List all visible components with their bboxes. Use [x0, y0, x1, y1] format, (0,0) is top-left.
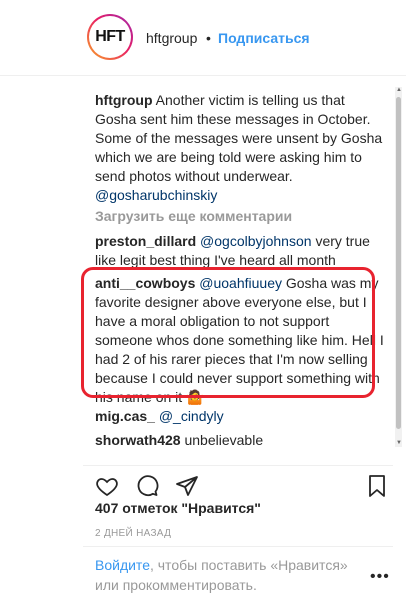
comment-icon[interactable] — [135, 474, 159, 498]
load-more-comments-button[interactable]: Загрузить еще комментарии — [95, 207, 292, 226]
header-username[interactable]: hftgroup — [146, 30, 197, 46]
heart-icon[interactable] — [95, 474, 119, 498]
scrollbar-thumb[interactable] — [396, 97, 401, 429]
comment-username[interactable]: shorwath428 — [95, 432, 181, 448]
comment-item: preston_dillard @ogcolbyjohnson very tru… — [95, 232, 387, 270]
login-prompt: Войдите, чтобы поставить «Нравится» или … — [95, 555, 365, 595]
login-link[interactable]: Войдите — [95, 557, 150, 573]
caption-mention[interactable]: @gosharubchinskiy — [95, 187, 217, 203]
caption: hftgroup Another victim is telling us th… — [95, 91, 387, 205]
share-icon[interactable] — [175, 474, 199, 498]
comment-item: shorwath428 unbelievable — [95, 431, 263, 450]
avatar-inner: HFT — [89, 16, 131, 58]
comment-mention[interactable]: @_cindyly — [159, 408, 224, 424]
highlight-annotation — [81, 267, 375, 398]
scroll-down-arrow-icon[interactable]: ▼ — [396, 440, 402, 446]
caption-username[interactable]: hftgroup — [95, 92, 153, 108]
action-bar — [83, 465, 393, 497]
post-header: HFT hftgroup • Подписаться — [0, 0, 406, 76]
comment-mention[interactable]: @ogcolbyjohnson — [200, 233, 312, 249]
comment-username[interactable]: preston_dillard — [95, 233, 196, 249]
header-separator: • — [206, 30, 211, 46]
avatar[interactable]: HFT — [87, 14, 133, 60]
comment-username[interactable]: mig.cas_ — [95, 408, 155, 424]
avatar-logo-text: HFT — [95, 28, 125, 45]
footer-divider — [83, 546, 393, 547]
post-date: 2 ДНЕЙ НАЗАД — [95, 528, 172, 539]
likes-count[interactable]: 407 отметок "Нравится" — [95, 500, 261, 516]
comment-text: unbelievable — [184, 432, 264, 448]
more-options-icon[interactable]: ••• — [370, 568, 390, 586]
bookmark-icon[interactable] — [365, 474, 389, 498]
comment-item: mig.cas_ @_cindyly — [95, 407, 224, 426]
follow-button[interactable]: Подписаться — [218, 30, 310, 46]
scroll-up-arrow-icon[interactable]: ▲ — [396, 87, 402, 93]
